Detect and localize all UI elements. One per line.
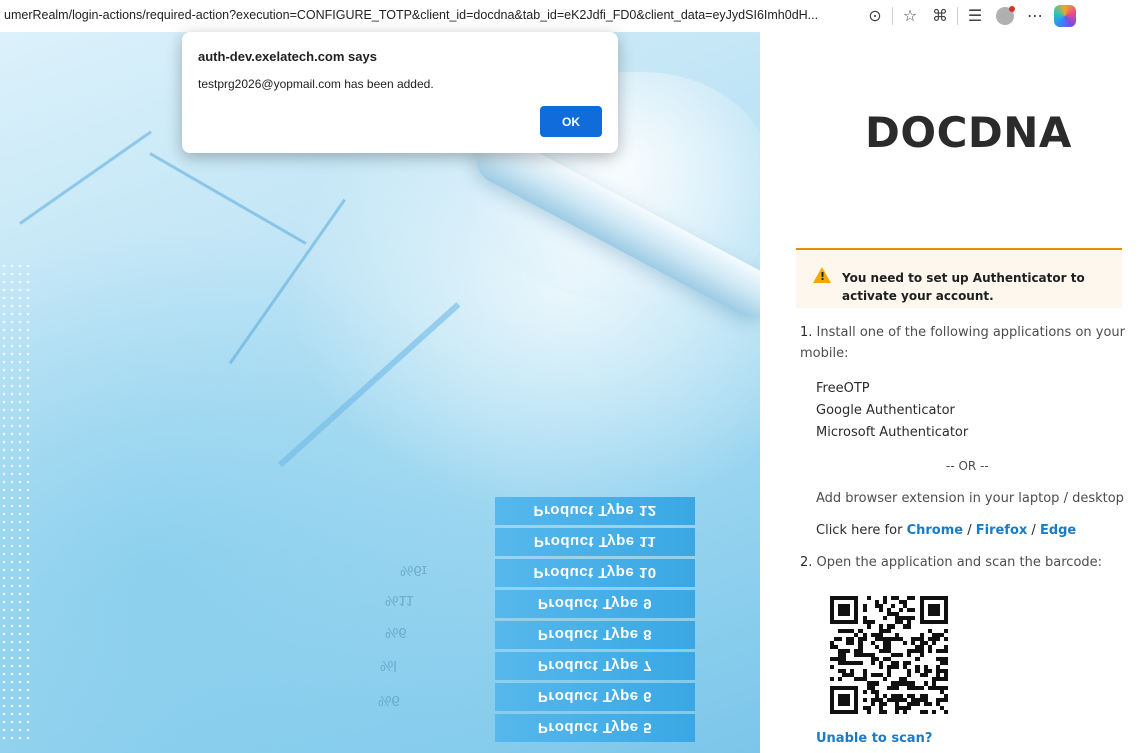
decorative-line	[277, 302, 461, 468]
toolbar-divider	[892, 7, 893, 25]
product-row: Product Type 9	[495, 590, 695, 618]
url-text[interactable]: umerRealm/login-actions/required-action?…	[4, 8, 818, 22]
dialog-message: testprg2026@yopmail.com has been added.	[198, 77, 434, 91]
copilot-icon[interactable]	[1050, 3, 1080, 29]
percent-label: %Ɩ	[380, 657, 397, 674]
decorative-line	[228, 198, 346, 365]
percent-label: %6ɪ	[400, 562, 428, 579]
toolbar-divider	[957, 7, 958, 25]
extensions-icon[interactable]: ⌘	[925, 3, 955, 29]
step-1: 1. Install one of the following applicat…	[800, 322, 1140, 364]
step-2: 2. Open the application and scan the bar…	[800, 552, 1102, 573]
step-2-text: Open the application and scan the barcod…	[816, 555, 1103, 570]
product-row: Product Type 8	[495, 621, 695, 649]
firefox-link[interactable]: Firefox	[976, 523, 1028, 538]
browser-address-bar: umerRealm/login-actions/required-action?…	[0, 0, 1144, 32]
chrome-link[interactable]: Chrome	[907, 523, 964, 538]
unable-to-scan-text[interactable]: Unable to scan?	[816, 731, 932, 746]
product-row: Product Type 12	[495, 497, 695, 525]
ok-button[interactable]: OK	[540, 106, 602, 137]
product-row: Product Type 5	[495, 714, 695, 742]
browser-toolbar: ⊙ ☆ ⌘ ☰ ⋯	[860, 3, 1080, 29]
decorative-line	[19, 130, 152, 225]
percent-label: %11	[385, 592, 414, 609]
product-row: Product Type 6	[495, 683, 695, 711]
or-divider: -- OR --	[946, 459, 989, 473]
warning-alert: ! You need to set up Authenticator to ac…	[796, 248, 1122, 308]
extension-text: Add browser extension in your laptop / d…	[816, 491, 1124, 506]
link-separator: /	[963, 523, 976, 538]
favorites-list-icon[interactable]: ☰	[960, 3, 990, 29]
app-google-authenticator: Google Authenticator	[816, 403, 955, 418]
warning-icon: !	[813, 267, 831, 283]
unable-to-scan-link[interactable]: Unable to scan?	[816, 728, 932, 749]
product-table-image: Product Type 12 Product Type 11 Product …	[495, 497, 695, 745]
login-panel: DOCDNA ! You need to set up Authenticato…	[760, 32, 1144, 753]
click-here-text: Click here for	[816, 523, 903, 538]
step-number: 1.	[800, 325, 813, 340]
step-1-text: Install one of the following application…	[800, 325, 1126, 361]
step-number: 2.	[800, 555, 813, 570]
app-freeotp: FreeOTP	[816, 381, 870, 396]
profile-avatar-icon[interactable]	[990, 3, 1020, 29]
favorite-star-icon[interactable]: ☆	[895, 3, 925, 29]
product-row: Product Type 7	[495, 652, 695, 680]
edge-link[interactable]: Edge	[1040, 523, 1076, 538]
link-separator: /	[1027, 523, 1040, 538]
brand-title: DOCDNA	[865, 108, 1072, 157]
warning-text: You need to set up Authenticator to acti…	[842, 271, 1085, 303]
dialog-title: auth-dev.exelatech.com says	[198, 49, 377, 64]
percent-label: %6	[385, 624, 407, 641]
product-row: Product Type 10	[495, 559, 695, 587]
app-microsoft-authenticator: Microsoft Authenticator	[816, 425, 969, 440]
alert-dialog: auth-dev.exelatech.com says testprg2026@…	[182, 32, 618, 153]
reading-mode-icon[interactable]: ⊙	[860, 3, 890, 29]
browser-extension-links: Click here for Chrome / Firefox / Edge	[816, 520, 1076, 541]
qr-code-image	[830, 596, 948, 714]
decorative-line	[149, 152, 307, 245]
percent-label: %6	[378, 692, 400, 709]
decorative-dots	[0, 262, 30, 742]
more-options-icon[interactable]: ⋯	[1020, 3, 1050, 29]
product-row: Product Type 11	[495, 528, 695, 556]
